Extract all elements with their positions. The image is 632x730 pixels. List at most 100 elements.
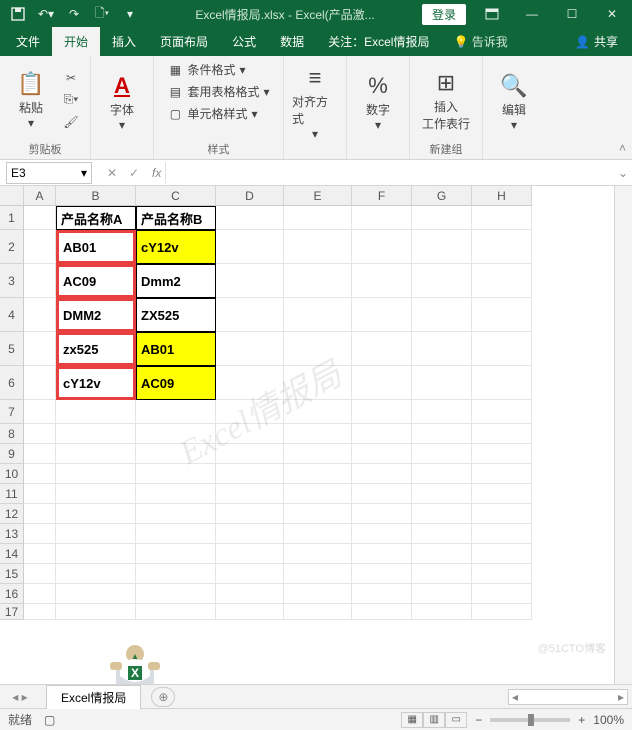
cell-H15[interactable] xyxy=(472,564,532,584)
print-preview-icon[interactable]: 🗋▾ xyxy=(90,2,114,26)
cell-C8[interactable] xyxy=(136,424,216,444)
cell-H5[interactable] xyxy=(472,332,532,366)
cell-F9[interactable] xyxy=(352,444,412,464)
cell-F2[interactable] xyxy=(352,230,412,264)
cell-A3[interactable] xyxy=(24,264,56,298)
cell-F11[interactable] xyxy=(352,484,412,504)
cell-E4[interactable] xyxy=(284,298,352,332)
align-button[interactable]: ≡对齐方式▾ xyxy=(292,63,338,141)
vertical-scrollbar[interactable] xyxy=(614,186,632,684)
zoom-level[interactable]: 100% xyxy=(593,713,624,727)
cell-E15[interactable] xyxy=(284,564,352,584)
row-header-13[interactable]: 13 xyxy=(0,524,24,544)
cell-D9[interactable] xyxy=(216,444,284,464)
ribbon-options-icon[interactable] xyxy=(472,0,512,28)
cell-D4[interactable] xyxy=(216,298,284,332)
view-buttons[interactable]: ▦▥▭ xyxy=(401,711,467,728)
cell-F8[interactable] xyxy=(352,424,412,444)
cell-D2[interactable] xyxy=(216,230,284,264)
cell-C10[interactable] xyxy=(136,464,216,484)
cell-A4[interactable] xyxy=(24,298,56,332)
col-header-D[interactable]: D xyxy=(216,186,284,206)
cell-A1[interactable] xyxy=(24,206,56,230)
cell-H1[interactable] xyxy=(472,206,532,230)
cell-F6[interactable] xyxy=(352,366,412,400)
format-painter-icon[interactable]: 🖌 xyxy=(60,112,82,132)
minimize-icon[interactable]: — xyxy=(512,0,552,28)
cell-B13[interactable] xyxy=(56,524,136,544)
login-button[interactable]: 登录 xyxy=(422,4,466,25)
close-icon[interactable]: ✕ xyxy=(592,0,632,28)
cell-D1[interactable] xyxy=(216,206,284,230)
cell-F5[interactable] xyxy=(352,332,412,366)
col-header-E[interactable]: E xyxy=(284,186,352,206)
cell-B8[interactable] xyxy=(56,424,136,444)
cell-F7[interactable] xyxy=(352,400,412,424)
cell-F16[interactable] xyxy=(352,584,412,604)
row-header-2[interactable]: 2 xyxy=(0,230,24,264)
cell-G4[interactable] xyxy=(412,298,472,332)
cell-G6[interactable] xyxy=(412,366,472,400)
cell-B17[interactable] xyxy=(56,604,136,620)
col-header-H[interactable]: H xyxy=(472,186,532,206)
cell-A5[interactable] xyxy=(24,332,56,366)
cell-D3[interactable] xyxy=(216,264,284,298)
cell-G16[interactable] xyxy=(412,584,472,604)
row-header-9[interactable]: 9 xyxy=(0,444,24,464)
cell-F10[interactable] xyxy=(352,464,412,484)
cell-G14[interactable] xyxy=(412,544,472,564)
cell-H7[interactable] xyxy=(472,400,532,424)
expand-formula-icon[interactable]: ⌄ xyxy=(614,166,632,180)
row-header-6[interactable]: 6 xyxy=(0,366,24,400)
cell-H2[interactable] xyxy=(472,230,532,264)
cell-C12[interactable] xyxy=(136,504,216,524)
cell-grid[interactable]: 产品名称A产品名称BAB01cY12vAC09Dmm2DMM2ZX525zx52… xyxy=(24,206,532,620)
cell-A17[interactable] xyxy=(24,604,56,620)
cell-H10[interactable] xyxy=(472,464,532,484)
cell-E2[interactable] xyxy=(284,230,352,264)
qat-customize-icon[interactable]: ▾ xyxy=(118,2,142,26)
cell-C15[interactable] xyxy=(136,564,216,584)
zoom-out-icon[interactable]: − xyxy=(475,713,482,727)
cell-C3[interactable]: Dmm2 xyxy=(136,264,216,298)
cell-E17[interactable] xyxy=(284,604,352,620)
cell-D7[interactable] xyxy=(216,400,284,424)
cell-E8[interactable] xyxy=(284,424,352,444)
cell-D17[interactable] xyxy=(216,604,284,620)
row-header-7[interactable]: 7 xyxy=(0,400,24,424)
cell-B10[interactable] xyxy=(56,464,136,484)
cell-B9[interactable] xyxy=(56,444,136,464)
share-button[interactable]: 👤 共享 xyxy=(565,27,628,56)
cell-G7[interactable] xyxy=(412,400,472,424)
accept-formula-icon[interactable]: ✓ xyxy=(124,166,144,180)
cell-B4[interactable]: DMM2 xyxy=(56,298,136,332)
cell-A15[interactable] xyxy=(24,564,56,584)
insert-rows-button[interactable]: ⊞插入工作表行 xyxy=(418,68,474,132)
cell-B7[interactable] xyxy=(56,400,136,424)
cell-H14[interactable] xyxy=(472,544,532,564)
cell-E9[interactable] xyxy=(284,444,352,464)
cell-H12[interactable] xyxy=(472,504,532,524)
cell-D6[interactable] xyxy=(216,366,284,400)
col-header-A[interactable]: A xyxy=(24,186,56,206)
row-header-12[interactable]: 12 xyxy=(0,504,24,524)
cell-A11[interactable] xyxy=(24,484,56,504)
cell-E11[interactable] xyxy=(284,484,352,504)
cell-E1[interactable] xyxy=(284,206,352,230)
horizontal-scrollbar[interactable]: ◂▸ xyxy=(508,689,628,705)
cell-E16[interactable] xyxy=(284,584,352,604)
cell-H3[interactable] xyxy=(472,264,532,298)
cell-B15[interactable] xyxy=(56,564,136,584)
cell-B5[interactable]: zx525 xyxy=(56,332,136,366)
cell-A9[interactable] xyxy=(24,444,56,464)
cell-D16[interactable] xyxy=(216,584,284,604)
cell-C2[interactable]: cY12v xyxy=(136,230,216,264)
row-header-1[interactable]: 1 xyxy=(0,206,24,230)
cell-E7[interactable] xyxy=(284,400,352,424)
cell-G11[interactable] xyxy=(412,484,472,504)
tab-layout[interactable]: 页面布局 xyxy=(148,27,220,56)
row-header-4[interactable]: 4 xyxy=(0,298,24,332)
cell-D13[interactable] xyxy=(216,524,284,544)
cell-G17[interactable] xyxy=(412,604,472,620)
cell-B3[interactable]: AC09 xyxy=(56,264,136,298)
